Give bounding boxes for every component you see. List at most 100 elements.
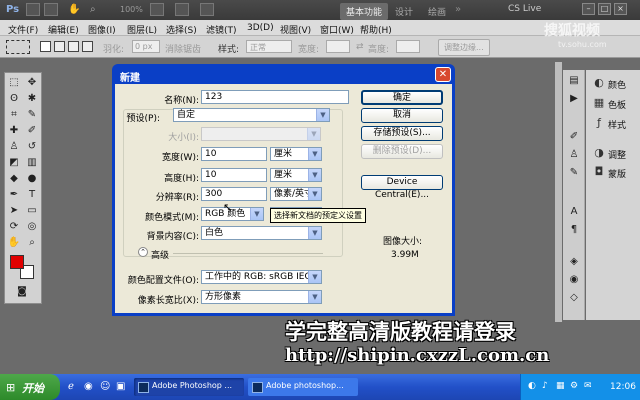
workspace-essentials[interactable]: 基本功能 [340,3,389,20]
messenger-icon[interactable]: ☺ [100,381,110,392]
more-workspaces-icon[interactable]: » [455,4,461,15]
height-unit-select[interactable]: 厘米 ▼ [270,168,322,182]
height-input[interactable] [396,40,420,53]
paths-panel-icon[interactable]: ◇ [567,291,581,305]
workspace-design[interactable]: 设计 [395,5,413,18]
menu-help[interactable]: 帮助(H) [360,23,392,36]
view-extras-icon[interactable] [150,3,164,16]
zoom-tool-icon[interactable]: ⌕ [90,4,96,15]
healing-brush-icon[interactable]: ✚ [7,124,21,138]
tray-icon-3[interactable]: ▦ [556,381,565,391]
subtract-selection-icon[interactable] [68,41,79,52]
device-central-button[interactable]: Device Central(E)... [361,175,443,200]
delete-preset-button[interactable]: 删除预设(D)... [361,144,443,159]
color-profile-select[interactable]: 工作中的 RGB: sRGB IEC6... ▼ [201,270,322,284]
marquee-preset-icon[interactable] [6,40,30,54]
width-input[interactable]: 10 [201,147,267,161]
menu-filter[interactable]: 滤镜(T) [206,23,237,36]
name-input[interactable]: 123 [201,90,349,104]
marquee-tool-icon[interactable]: ⬚ [7,76,21,90]
path-select-icon[interactable]: ➤ [7,204,21,218]
menu-view[interactable]: 视图(V) [280,23,311,36]
zoom-level[interactable]: 100% [120,5,143,14]
adjustments-panel-icon[interactable]: ◑ [592,146,606,160]
quick-mask-icon[interactable]: ◙ [15,285,29,299]
menu-3d[interactable]: 3D(D) [247,23,274,33]
height-input[interactable]: 10 [201,168,267,182]
foreground-color-swatch[interactable] [10,255,24,269]
menu-window[interactable]: 窗口(W) [320,23,354,36]
menu-select[interactable]: 选择(S) [166,23,197,36]
tray-icon-4[interactable]: ⚙ [570,381,578,391]
preset-select[interactable]: 自定 ▼ [173,108,330,122]
magic-wand-icon[interactable]: ✱ [25,92,39,106]
resolution-unit-select[interactable]: 像素/英寸 ▼ [270,187,322,201]
actions-panel-icon[interactable]: ▶ [567,92,581,106]
menu-layer[interactable]: 图层(L) [127,23,157,36]
menu-file[interactable]: 文件(F) [8,23,38,36]
feather-input[interactable]: 0 px [132,40,160,53]
menu-image[interactable]: 图像(I) [88,23,116,36]
eraser-tool-icon[interactable]: ◩ [7,156,21,170]
clone-source-icon[interactable]: ♙ [567,148,581,162]
menu-edit[interactable]: 编辑(E) [48,23,79,36]
hand-tool-icon[interactable]: ✋ [7,236,21,250]
minibridge-icon[interactable] [44,3,58,16]
task-photoshop-1[interactable]: Adobe Photoshop ... [134,378,244,396]
clone-stamp-icon[interactable]: ♙ [7,140,21,154]
lasso-tool-icon[interactable]: ʘ [7,92,21,106]
hand-icon[interactable]: ✋ [68,4,80,15]
3d-rotate-icon[interactable]: ⟳ [7,220,21,234]
3d-orbit-icon[interactable]: ◎ [25,220,39,234]
style-select[interactable]: 正常 [246,40,292,53]
tray-icon-5[interactable]: ✉ [584,381,592,391]
arrange-docs-icon[interactable] [175,3,189,16]
panel-styles[interactable]: 样式 [608,118,626,131]
refine-edge-button[interactable]: 调整边缘... [438,39,490,56]
background-select[interactable]: 白色 ▼ [201,226,322,240]
color-mode-select[interactable]: RGB 颜色 ▼ [201,207,264,221]
width-unit-select[interactable]: 厘米 ▼ [270,147,322,161]
tray-icon-1[interactable]: ◐ [528,381,536,391]
dodge-tool-icon[interactable]: ● [25,172,39,186]
layers-panel-icon[interactable]: ◈ [567,255,581,269]
resolution-input[interactable]: 300 [201,187,267,201]
tray-icon-2[interactable]: ♪ [542,381,548,391]
cancel-button[interactable]: 取消 [361,108,443,123]
shape-tool-icon[interactable]: ▭ [25,204,39,218]
close-icon[interactable]: × [614,3,627,15]
new-selection-icon[interactable] [40,41,51,52]
ok-button[interactable]: 确定 [361,90,443,105]
color-panel-icon[interactable]: ◐ [592,76,606,90]
intersect-selection-icon[interactable] [82,41,93,52]
width-input[interactable] [326,40,350,53]
move-tool-icon[interactable]: ✥ [25,76,39,90]
swatches-panel-icon[interactable]: ▦ [592,96,606,110]
history-panel-icon[interactable]: ▤ [567,74,581,88]
eyedropper-icon[interactable]: ✎ [25,108,39,122]
dialog-close-icon[interactable]: ✕ [435,67,451,82]
minimize-icon[interactable]: – [582,3,595,15]
character-panel-icon[interactable]: A [567,205,581,219]
brush-tool-icon[interactable]: ✐ [25,124,39,138]
tool-preset-icon[interactable]: ✎ [567,166,581,180]
pen-tool-icon[interactable]: ✒ [7,188,21,202]
media-icon[interactable]: ◉ [84,381,93,392]
ie-icon[interactable]: ℯ [68,381,74,392]
gradient-tool-icon[interactable]: ▥ [25,156,39,170]
workspace-painting[interactable]: 绘画 [428,5,446,18]
paragraph-panel-icon[interactable]: ¶ [567,223,581,237]
zoom-tool-box-icon[interactable]: ⌕ [25,236,39,250]
bridge-icon[interactable] [26,3,40,16]
screen-mode-icon[interactable] [200,3,214,16]
brush-panel-icon[interactable]: ✐ [567,130,581,144]
panel-dock-divider[interactable] [555,62,562,322]
antialias-checkbox[interactable]: 消除锯齿 [165,42,201,55]
panel-swatches[interactable]: 色板 [608,98,626,111]
styles-panel-icon[interactable]: ƒ [592,116,606,130]
desktop-icon[interactable]: ▣ [116,381,125,392]
swap-icon[interactable]: ⇄ [356,42,364,52]
save-preset-button[interactable]: 存储预设(S)... [361,126,443,141]
panel-colors[interactable]: 颜色 [608,78,626,91]
type-tool-icon[interactable]: T [25,188,39,202]
